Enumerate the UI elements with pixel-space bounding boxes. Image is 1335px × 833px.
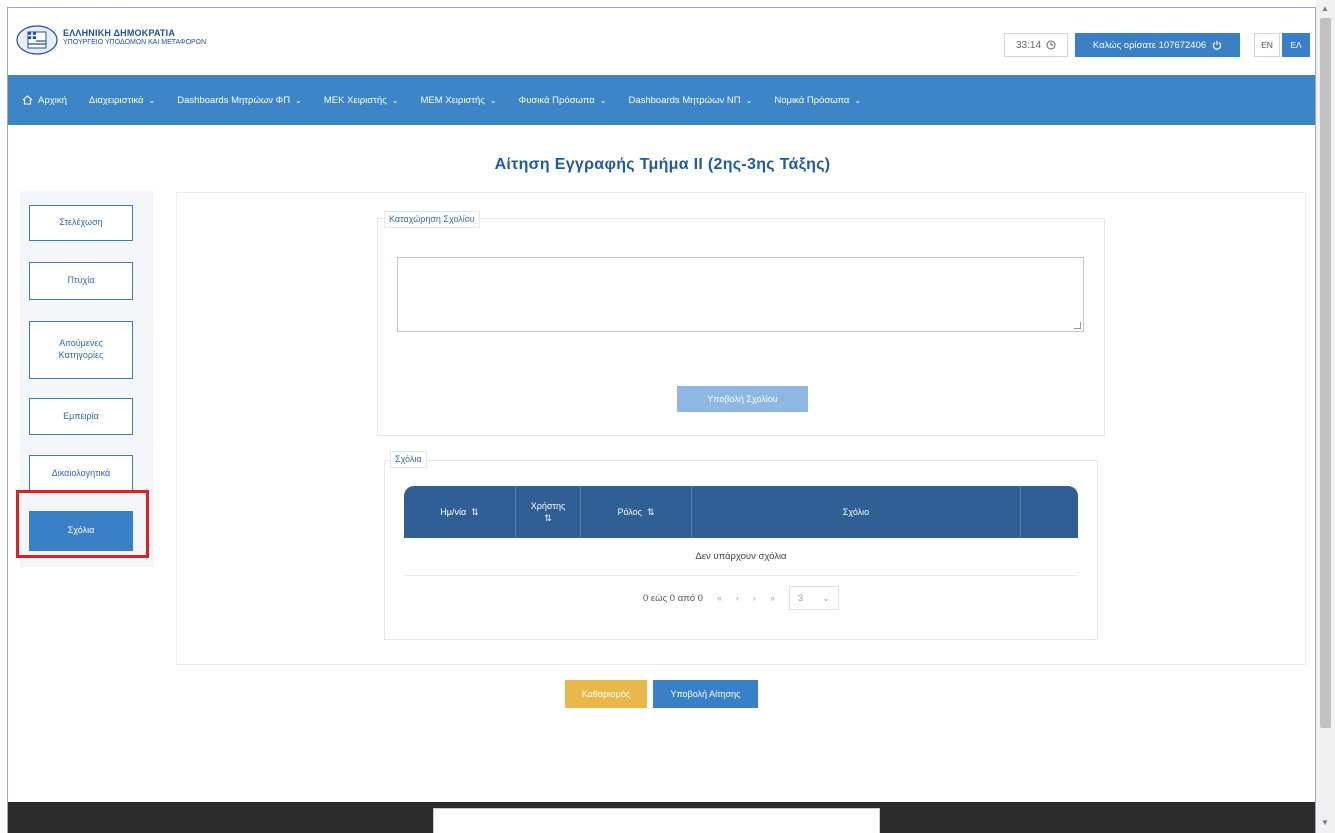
chevron-down-icon: ⌄ — [599, 95, 607, 105]
nav-item-label: Dashboards Μητρώων ΦΠ — [177, 94, 291, 106]
page-frame: ΕΛΛΗΝΙΚΗ ΔΗΜΟΚΡΑΤΙΑ ΥΠΟΥΡΓΕΙΟ ΥΠΟΔΟΜΩΝ Κ… — [7, 7, 1316, 833]
brand: ΕΛΛΗΝΙΚΗ ΔΗΜΟΚΡΑΤΙΑ ΥΠΟΥΡΓΕΙΟ ΥΠΟΔΟΜΩΝ Κ… — [63, 28, 206, 46]
column-header-user[interactable]: Χρήστης ⇅ — [516, 486, 581, 538]
footer — [8, 802, 1315, 833]
chevron-down-icon: ⌄ — [295, 95, 302, 105]
submit-application-button[interactable]: Υποβολή Αίτησης — [653, 680, 758, 708]
nav-item-label: ΜΕΚ Χειριστής — [323, 94, 387, 106]
comments-table-header: Ημ/νία ⇅ Χρήστης ⇅ Ρόλος ⇅ Σχόλιο — [404, 486, 1078, 538]
page-size-select[interactable]: 3 ⌄ — [789, 586, 839, 610]
nav-item-label: Dashboards Μητρώων ΝΠ — [628, 94, 741, 106]
sidebar-item-requested-categories[interactable]: Αιτούμενες Κατηγορίες — [29, 321, 133, 379]
page-size-value: 3 — [798, 593, 804, 603]
sidebar-item-documents[interactable]: Δικαιολογητικά — [29, 455, 133, 493]
home-icon — [22, 95, 33, 105]
comments-pager: 0 εώς 0 από 0 « ‹ › » 3 ⌄ — [404, 576, 1078, 620]
user-logout-button[interactable]: Καλώς ορίσατε 107672406 — [1075, 33, 1240, 57]
sort-icon: ⇅ — [544, 512, 552, 523]
sidebar-item-experience[interactable]: Εμπειρία — [29, 398, 133, 435]
nav-item-dashboards-np[interactable]: Dashboards Μητρώων ΝΠ ⌄ — [628, 95, 752, 106]
brand-title: ΕΛΛΗΝΙΚΗ ΔΗΜΟΚΡΑΤΙΑ — [63, 28, 176, 38]
comments-empty-message: Δεν υπάρχουν σχόλια — [404, 538, 1078, 576]
session-timer: 33:14 — [1004, 33, 1068, 57]
lang-el-button[interactable]: ΕΛ — [1282, 33, 1310, 57]
scrollbar-thumb[interactable] — [1320, 18, 1331, 728]
nav-item-natural-persons[interactable]: Φυσικά Πρόσωπα ⌄ — [519, 95, 607, 106]
column-header-label: Ρόλος — [617, 506, 642, 517]
nav-item-mem[interactable]: ΜΕΜ Χειριστής ⌄ — [420, 95, 496, 106]
footer-box — [433, 808, 880, 833]
nav-item-label: ΜΕΜ Χειριστής — [420, 94, 485, 106]
sort-icon: ⇅ — [471, 506, 479, 517]
column-header-date[interactable]: Ημ/νία ⇅ — [404, 486, 516, 538]
nav-item-label: Νομικά Πρόσωπα — [774, 94, 850, 106]
sidebar-item-degrees[interactable]: Πτυχία — [29, 262, 133, 300]
main-nav: Αρχική Διαχειριστικά ⌄ Dashboards Μητρώων… — [8, 75, 1315, 125]
clear-button[interactable]: Καθαρισμός — [565, 680, 647, 708]
chevron-down-icon: ⌄ — [489, 95, 497, 105]
page-scrollbar[interactable]: ▲ ▼ — [1316, 0, 1335, 833]
power-icon — [1212, 40, 1222, 50]
nav-item-legal-persons[interactable]: Νομικά Πρόσωπα ⌄ — [774, 95, 861, 106]
scroll-up-icon[interactable]: ▲ — [1321, 4, 1329, 13]
comments-legend: Σχόλια — [390, 451, 427, 468]
chevron-down-icon: ⌄ — [854, 95, 862, 105]
column-header-label: Σχόλιο — [842, 506, 870, 517]
chevron-down-icon: ⌄ — [822, 592, 830, 603]
clock-icon — [1046, 40, 1056, 50]
submit-comment-button[interactable]: Υποβολή Σχολίου — [677, 386, 808, 412]
column-header-comment: Σχόλιο — [692, 486, 1021, 538]
nav-home-label: Αρχική — [38, 94, 67, 106]
pager-last-button[interactable]: » — [770, 593, 775, 603]
pager-prev-button[interactable]: ‹ — [736, 593, 739, 603]
lang-en-button[interactable]: EN — [1254, 33, 1280, 57]
sidebar-item-staffing[interactable]: Στελέχωση — [29, 205, 133, 241]
nav-item-label: Φυσικά Πρόσωπα — [518, 94, 595, 106]
chevron-down-icon: ⌄ — [148, 95, 156, 105]
nav-item-label: Διαχειριστικά — [88, 94, 144, 106]
column-header-actions — [1021, 486, 1078, 538]
column-header-label: Χρήστης — [530, 500, 566, 511]
nav-item-mek[interactable]: ΜΕΚ Χειριστής ⌄ — [324, 95, 399, 106]
welcome-text: Καλώς ορίσατε 107672406 — [1092, 39, 1207, 51]
nav-item-dashboards-fp[interactable]: Dashboards Μητρώων ΦΠ ⌄ — [177, 95, 302, 106]
brand-subtitle: ΥΠΟΥΡΓΕΙΟ ΥΠΟΔΟΜΩΝ ΚΑΙ ΜΕΤΑΦΟΡΩΝ — [63, 39, 207, 46]
resize-handle-icon[interactable] — [1074, 322, 1081, 329]
pager-next-button[interactable]: › — [753, 593, 756, 603]
pager-first-button[interactable]: « — [717, 593, 722, 603]
header: ΕΛΛΗΝΙΚΗ ΔΗΜΟΚΡΑΤΙΑ ΥΠΟΥΡΓΕΙΟ ΥΠΟΔΟΜΩΝ Κ… — [8, 8, 1315, 75]
page-title: Αίτηση Εγγραφής Τμήμα ΙΙ (2ης-3ης Τάξης) — [494, 156, 831, 173]
sort-icon: ⇅ — [647, 506, 655, 517]
column-header-label: Ημ/νία — [440, 506, 467, 517]
ministry-logo-icon — [16, 25, 58, 55]
pager-range: 0 εώς 0 από 0 — [643, 592, 703, 604]
nav-home[interactable]: Αρχική — [22, 95, 67, 106]
column-header-role[interactable]: Ρόλος ⇅ — [581, 486, 692, 538]
chevron-down-icon: ⌄ — [391, 95, 399, 105]
scroll-down-icon[interactable]: ▼ — [1321, 818, 1329, 827]
comment-textarea[interactable] — [397, 257, 1084, 332]
comment-entry-legend: Καταχώρηση Σχολίου — [384, 211, 480, 228]
highlight-box — [16, 490, 149, 558]
nav-item-admin[interactable]: Διαχειριστικά ⌄ — [89, 95, 155, 106]
chevron-down-icon: ⌄ — [745, 95, 753, 105]
session-timer-value: 33:14 — [1015, 39, 1042, 51]
